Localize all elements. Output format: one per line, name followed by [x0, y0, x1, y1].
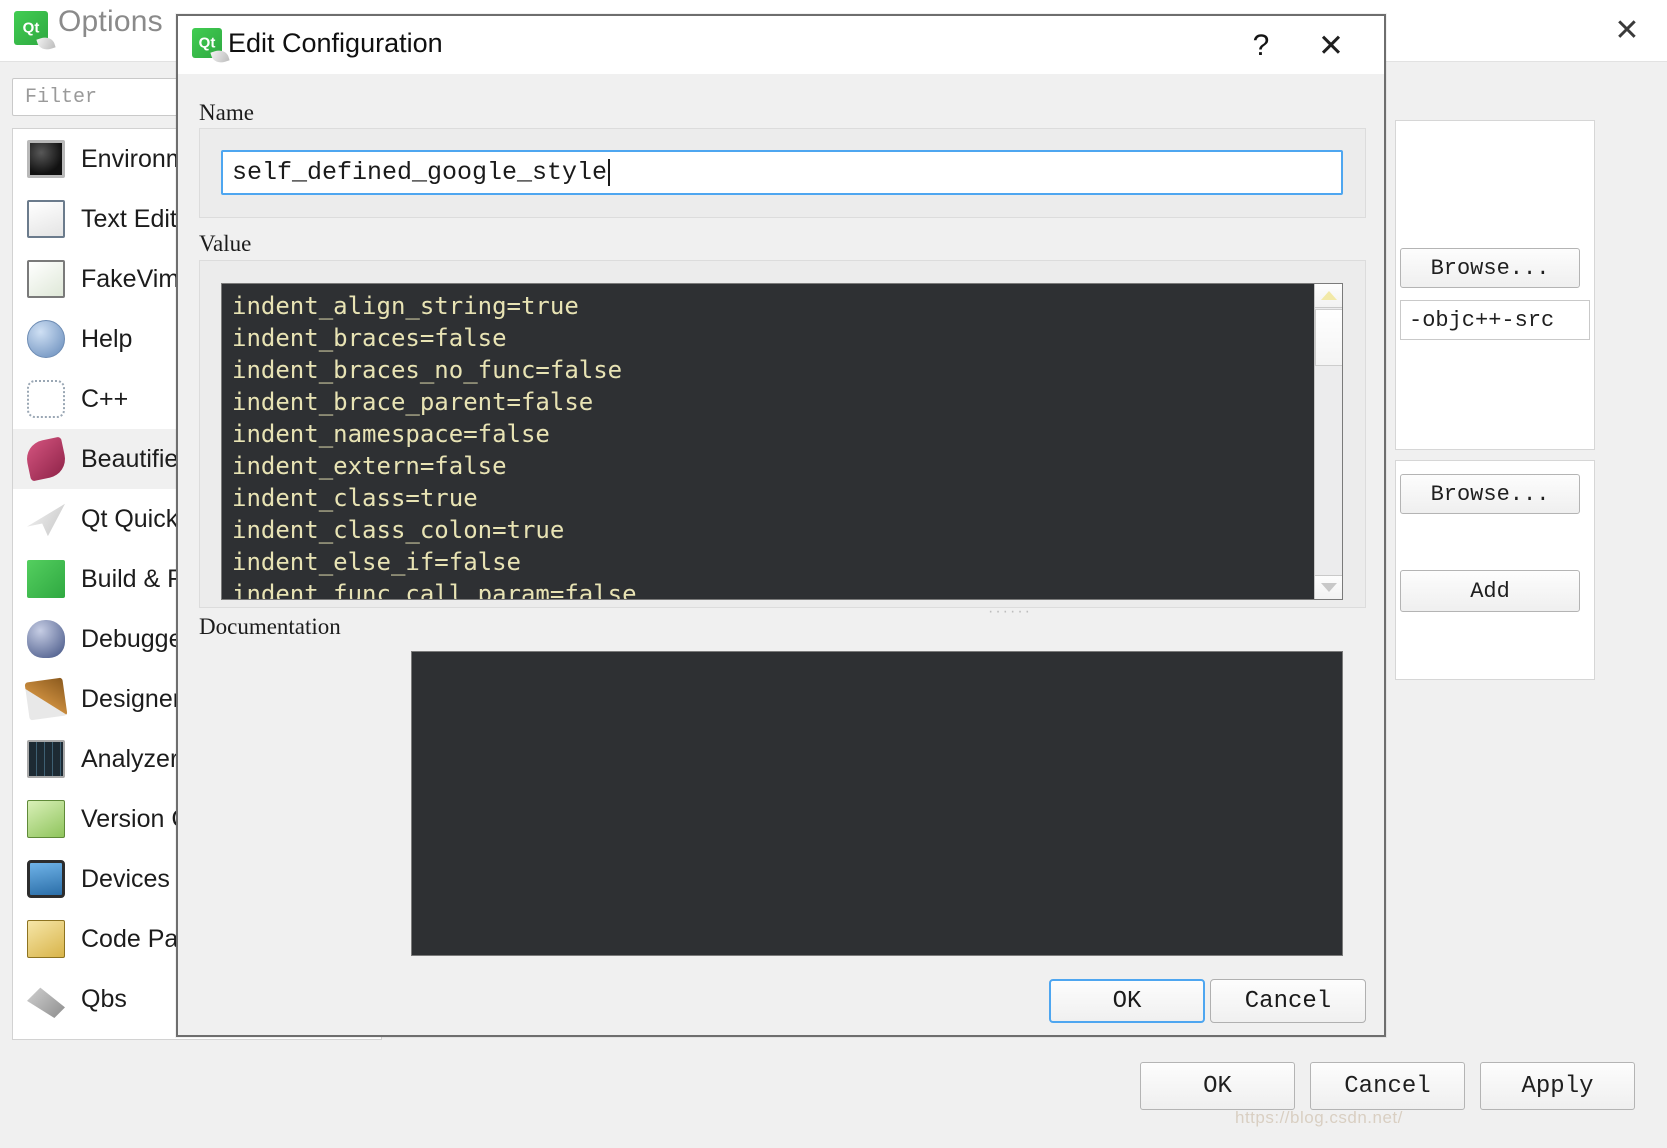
environment-icon [27, 140, 65, 178]
beautifier-icon [23, 436, 69, 482]
help-icon[interactable]: ? [1238, 24, 1284, 68]
debugger-icon [27, 620, 65, 658]
options-apply-button[interactable]: Apply [1480, 1062, 1635, 1110]
sidebar-item-label: Devices [81, 864, 170, 893]
text-editor-icon [27, 200, 65, 238]
value-editor-content: indent_align_string=true indent_braces=f… [232, 292, 637, 600]
qt-logo-leaf-icon [210, 47, 230, 66]
qt-logo-icon [192, 28, 230, 66]
devices-icon [27, 860, 65, 898]
add-button[interactable]: Add [1400, 570, 1580, 612]
code-pasting-icon [27, 920, 65, 958]
cancel-button[interactable]: Cancel [1210, 979, 1366, 1023]
extra-options-field[interactable]: -objc++-src [1400, 300, 1590, 340]
analyzer-icon [27, 740, 65, 778]
value-label: Value [199, 231, 252, 256]
options-ok-button[interactable]: OK [1140, 1062, 1295, 1110]
name-label: Name [199, 100, 254, 125]
close-icon[interactable]: ✕ [1308, 24, 1354, 68]
qt-quick-icon [27, 503, 65, 537]
options-window-title: Options [58, 5, 163, 38]
build-and-run-icon [27, 560, 65, 598]
designer-icon [24, 677, 68, 721]
documentation-label: Documentation [199, 614, 341, 639]
value-editor-scrollbar[interactable] [1314, 284, 1342, 599]
version-control-icon [27, 800, 65, 838]
cpp-icon [27, 380, 65, 418]
ok-button[interactable]: OK [1049, 979, 1205, 1023]
edit-configuration-dialog: Edit Configuration ? ✕ Name self_defined… [176, 14, 1386, 1037]
name-input[interactable]: self_defined_google_style [221, 150, 1343, 195]
fakevim-icon [27, 260, 65, 298]
browse-button-2[interactable]: Browse... [1400, 474, 1580, 514]
text-caret [608, 159, 611, 186]
sidebar-item-label: Designer [81, 684, 182, 713]
close-icon[interactable]: ✕ [1605, 8, 1649, 52]
sidebar-item-label: C++ [81, 384, 129, 413]
sidebar-item-label: Qt Quick [81, 504, 179, 533]
dialog-title: Edit Configuration [228, 28, 443, 58]
options-bottom-bar: OK Cancel Apply [0, 1040, 1667, 1148]
watermark-text: https://blog.csdn.net/ [1235, 1108, 1403, 1127]
sidebar-item-label: Help [81, 324, 133, 353]
scrollbar-thumb[interactable] [1315, 309, 1342, 366]
qt-logo-leaf-icon [36, 34, 56, 53]
qbs-icon [27, 987, 65, 1018]
scroll-down-arrow-icon[interactable] [1315, 575, 1342, 599]
sidebar-item-label: Beautifier [81, 444, 187, 473]
qt-logo-icon [14, 11, 56, 53]
documentation-text-editor[interactable] [411, 651, 1343, 956]
name-input-value: self_defined_google_style [232, 158, 608, 187]
sidebar-item-label: FakeVim [81, 264, 180, 293]
dialog-titlebar[interactable]: Edit Configuration ? ✕ [178, 16, 1384, 74]
options-cancel-button[interactable]: Cancel [1310, 1062, 1465, 1110]
value-text-editor[interactable]: indent_align_string=true indent_braces=f… [221, 283, 1343, 600]
resize-grip[interactable]: ······ [988, 603, 1032, 621]
sidebar-item-label: Analyzer [81, 744, 179, 773]
scroll-up-arrow-icon[interactable] [1315, 284, 1342, 308]
sidebar-item-label: Qbs [81, 984, 127, 1013]
help-icon [27, 320, 65, 358]
browse-button-1[interactable]: Browse... [1400, 248, 1580, 288]
sidebar-item-label: Debugger [81, 624, 191, 653]
